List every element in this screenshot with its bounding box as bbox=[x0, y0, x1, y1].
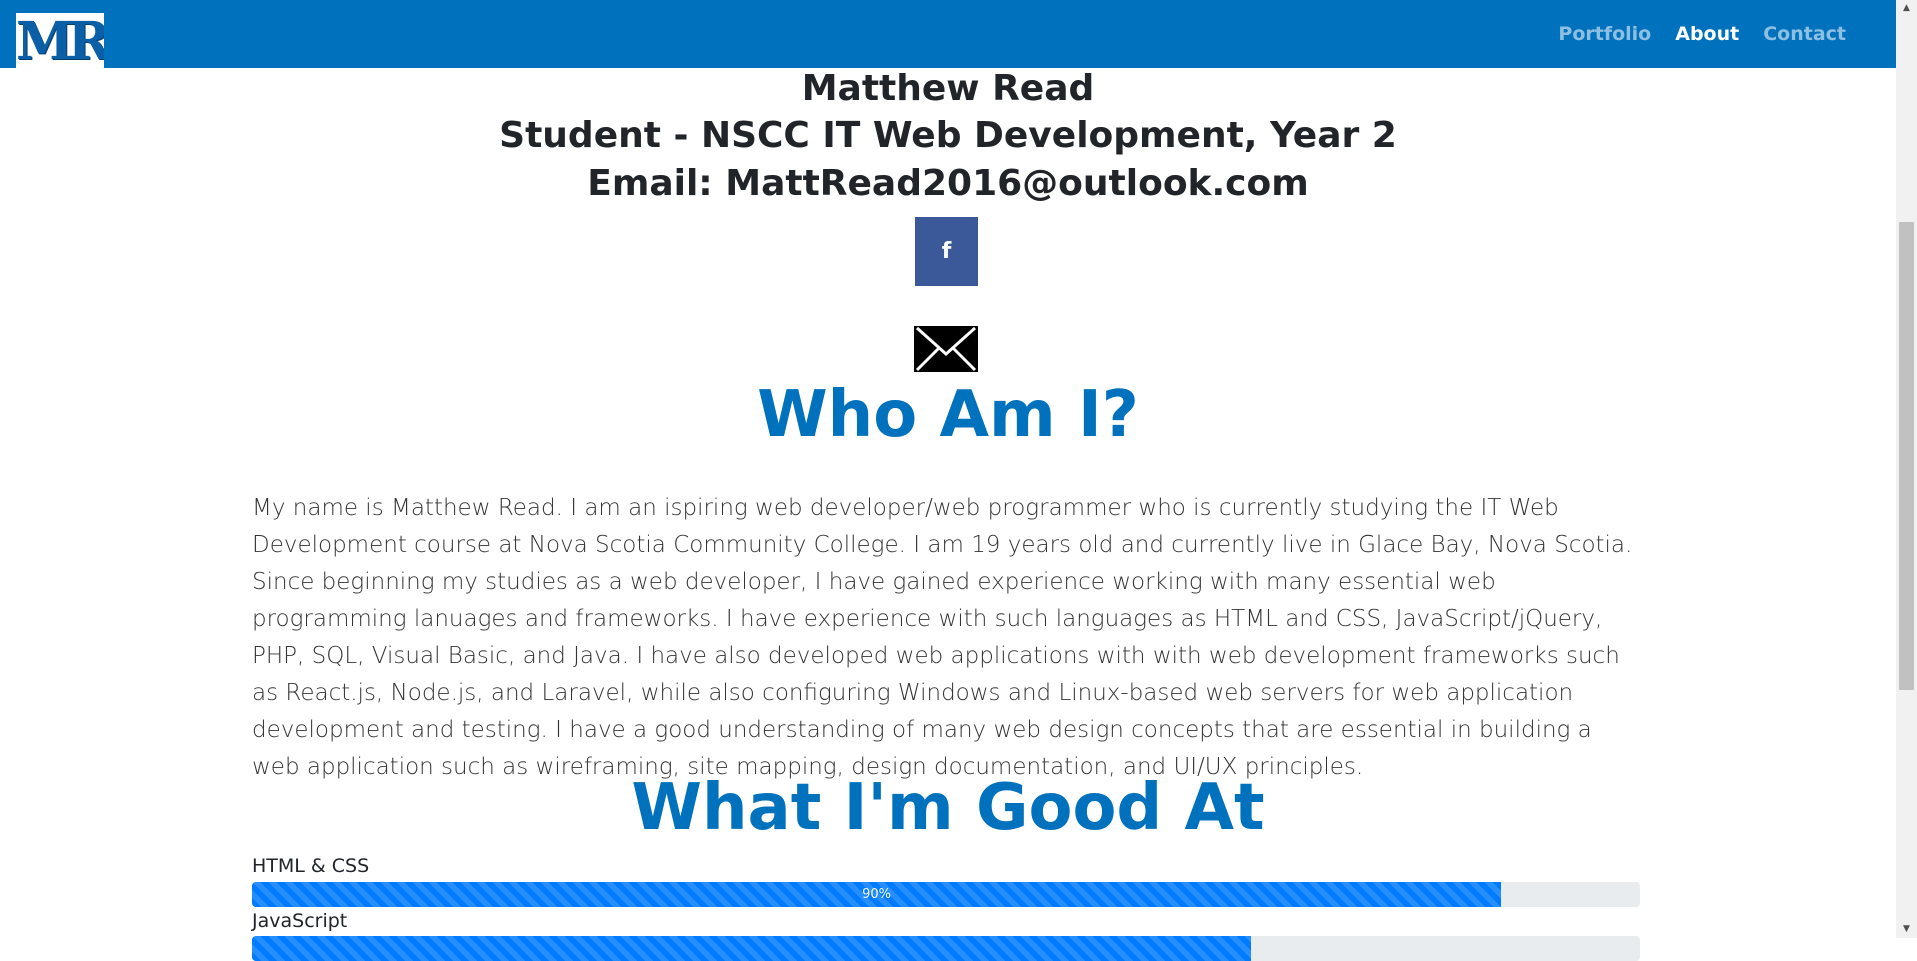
nav-links: Portfolio About Contact bbox=[1534, 0, 1846, 68]
main-content: Matthew Read Student - NSCC IT Web Devel… bbox=[0, 68, 1896, 961]
skill-label-javascript: JavaScript bbox=[252, 910, 348, 932]
scroll-down-arrow-icon[interactable]: ▼ bbox=[1896, 921, 1917, 938]
email-button[interactable] bbox=[909, 318, 983, 378]
profile-email: Email: MattRead2016@outlook.com bbox=[587, 163, 1309, 204]
nav-link-portfolio[interactable]: Portfolio bbox=[1558, 23, 1651, 45]
profile-name: Matthew Read bbox=[801, 68, 1095, 109]
facebook-button[interactable]: f bbox=[915, 217, 978, 286]
skill-label-html-css: HTML & CSS bbox=[252, 855, 370, 877]
about-heading: Who Am I? bbox=[757, 378, 1139, 452]
top-navbar: MR Portfolio About Contact bbox=[0, 0, 1896, 68]
page-scrollbar[interactable]: ▲ ▼ bbox=[1896, 0, 1917, 938]
scroll-thumb[interactable] bbox=[1899, 222, 1914, 690]
skill-progress-bar-javascript bbox=[252, 936, 1252, 961]
about-bio: My name is Matthew Read. I am an ispirin… bbox=[252, 495, 1633, 780]
skill-progress-javascript bbox=[252, 936, 1640, 961]
facebook-icon: f bbox=[941, 239, 952, 264]
skill-progress-html-css: 90% bbox=[252, 882, 1640, 907]
envelope-icon bbox=[914, 326, 978, 372]
profile-title: Student - NSCC IT Web Development, Year … bbox=[499, 115, 1397, 156]
site-logo[interactable]: MR bbox=[16, 13, 104, 68]
skill-progress-bar-html-css: 90% bbox=[252, 882, 1502, 907]
skills-heading: What I'm Good At bbox=[631, 771, 1265, 845]
nav-link-about[interactable]: About bbox=[1675, 23, 1739, 45]
scroll-up-arrow-icon[interactable]: ▲ bbox=[1896, 0, 1917, 17]
nav-link-contact[interactable]: Contact bbox=[1763, 23, 1846, 45]
